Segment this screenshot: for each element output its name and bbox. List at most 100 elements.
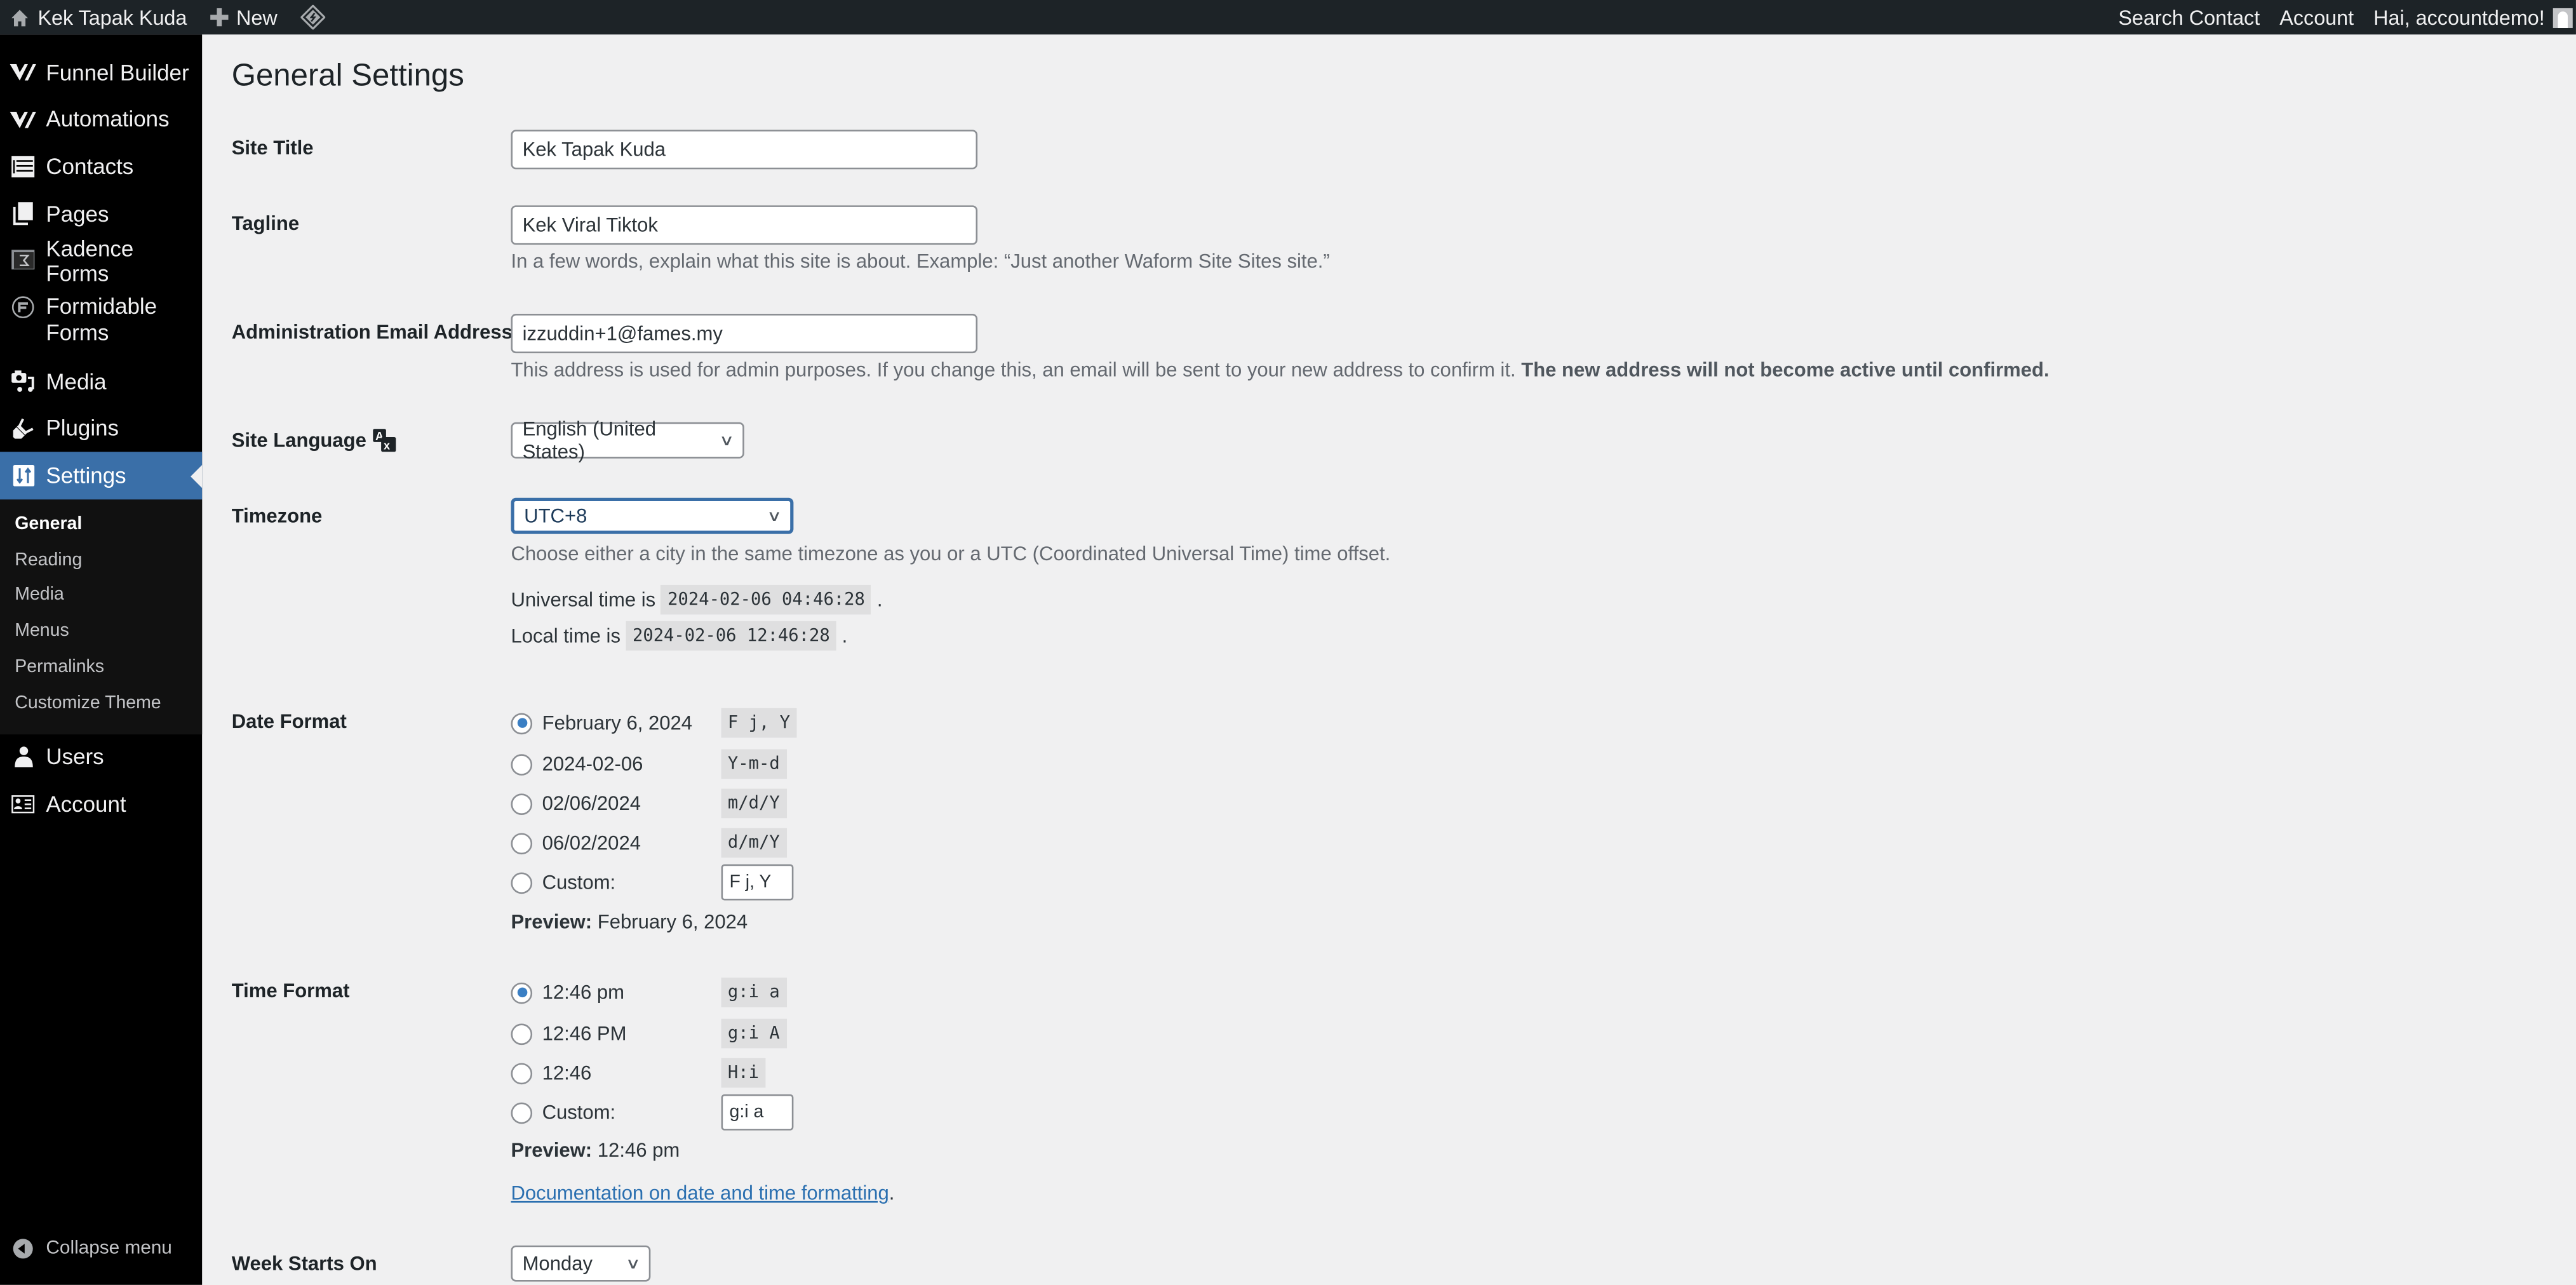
- radio-button[interactable]: [511, 1023, 533, 1044]
- date-format-label: Date Format: [231, 710, 347, 733]
- custom-label: Custom:: [542, 870, 616, 894]
- preview-label: Preview:: [511, 910, 593, 934]
- sidebar-item-pages[interactable]: Pages: [0, 190, 202, 237]
- sidebar-item-account[interactable]: Account: [0, 781, 202, 828]
- radio-button[interactable]: [511, 1062, 533, 1084]
- sidebar-item-media[interactable]: Media: [0, 358, 202, 405]
- admin-bar: Kek Tapak Kuda New Search Contact Accoun…: [0, 0, 2576, 35]
- sidebar-item-settings[interactable]: Settings: [0, 452, 203, 499]
- account-link[interactable]: Account: [2279, 0, 2354, 34]
- date-format-option[interactable]: 06/02/2024 d/m/Y: [511, 828, 787, 858]
- translation-icon: Ax: [373, 429, 396, 452]
- time-format-preview: Preview: 12:46 pm: [511, 1139, 680, 1162]
- home-icon: [10, 8, 30, 27]
- date-format-option[interactable]: February 6, 2024 F j, Y: [511, 708, 797, 738]
- my-account-menu[interactable]: Hai, accountdemo!: [2373, 0, 2573, 34]
- format-code: g:i A: [721, 1018, 787, 1049]
- site-language-label: Site Language Ax: [232, 429, 396, 452]
- option-text: 12:46 PM: [542, 1021, 627, 1046]
- week-starts-value: Monday: [522, 1252, 593, 1275]
- submenu-item-reading[interactable]: Reading: [0, 543, 202, 579]
- tagline-input[interactable]: Kek Viral Tiktok: [511, 205, 978, 245]
- sidebar-label: Pages: [46, 201, 109, 226]
- new-content-button[interactable]: New: [210, 0, 278, 34]
- sidebar-item-users[interactable]: Users: [0, 734, 202, 781]
- settings-icon: [10, 462, 36, 488]
- radio-button[interactable]: [511, 832, 533, 854]
- formidable-forms-icon: [10, 294, 36, 320]
- funnel-builder-icon: [10, 60, 36, 86]
- users-icon: [10, 744, 36, 770]
- time-format-custom-option[interactable]: Custom: g:i a: [511, 1094, 794, 1131]
- time-format-option[interactable]: 12:46 PM g:i A: [511, 1018, 787, 1049]
- documentation-link[interactable]: Documentation on date and time formattin…: [511, 1181, 889, 1204]
- radio-button[interactable]: [511, 871, 533, 893]
- week-starts-label: Week Starts On: [231, 1252, 377, 1275]
- radio-button[interactable]: [511, 1101, 533, 1124]
- date-format-option[interactable]: 2024-02-06 Y-m-d: [511, 749, 787, 779]
- submenu-item-media[interactable]: Media: [0, 579, 202, 614]
- universal-time-label: Universal time is: [511, 588, 656, 612]
- media-icon: [10, 368, 36, 394]
- page-title: General Settings: [231, 59, 464, 94]
- preview-value: February 6, 2024: [597, 910, 748, 934]
- format-code: Y-m-d: [721, 749, 787, 779]
- submenu-item-general[interactable]: General: [0, 508, 202, 543]
- time-format-label: Time Format: [231, 979, 350, 1002]
- collapse-menu-button[interactable]: Collapse menu: [0, 1239, 172, 1259]
- local-time-value: 2024-02-06 12:46:28: [626, 621, 837, 651]
- sidebar-label: Kadence Forms: [46, 236, 134, 286]
- admin-email-description-bold: The new address will not become active u…: [1521, 358, 2049, 382]
- site-name-link[interactable]: Kek Tapak Kuda: [10, 0, 187, 34]
- search-contact-link[interactable]: Search Contact: [2118, 0, 2260, 34]
- radio-button[interactable]: [511, 981, 533, 1004]
- universal-time: Universal time is 2024-02-06 04:46:28 .: [511, 584, 882, 615]
- site-language-value: English (United States): [522, 417, 657, 464]
- admin-email-input[interactable]: izzuddin+1@fames.my: [511, 314, 978, 354]
- sidebar-label: Settings: [46, 463, 126, 488]
- submenu-item-menus[interactable]: Menus: [0, 615, 202, 650]
- radio-button[interactable]: [511, 753, 533, 775]
- svg-text:x: x: [384, 439, 390, 452]
- avatar: [2553, 7, 2573, 27]
- week-starts-select[interactable]: Monday ∨: [511, 1245, 651, 1282]
- sidebar-item-contacts[interactable]: Contacts: [0, 144, 202, 191]
- time-format-option[interactable]: 12:46 H:i: [511, 1058, 766, 1088]
- submenu-item-customize-theme[interactable]: Customize Theme: [0, 687, 202, 722]
- date-format-custom-option[interactable]: Custom: F j, Y: [511, 864, 794, 901]
- option-text: 12:46: [542, 1061, 592, 1085]
- local-time-label: Local time is: [511, 624, 621, 648]
- date-format-custom-input[interactable]: F j, Y: [721, 864, 794, 901]
- sidebar-item-plugins[interactable]: Plugins: [0, 405, 202, 452]
- sidebar-item-kadence-forms[interactable]: Kadence Forms: [0, 236, 202, 286]
- format-code: H:i: [721, 1058, 766, 1088]
- sidebar-item-formidable-forms[interactable]: Formidable Forms: [0, 284, 202, 358]
- timezone-description: Choose either a city in the same timezon…: [511, 542, 1391, 565]
- site-title-input[interactable]: Kek Tapak Kuda: [511, 130, 978, 170]
- documentation-line: Documentation on date and time formattin…: [511, 1181, 895, 1205]
- settings-submenu: General Reading Media Menus Permalinks C…: [0, 499, 203, 734]
- radio-button[interactable]: [511, 712, 533, 734]
- automations-icon: [10, 107, 36, 133]
- chevron-down-icon: ∨: [720, 431, 735, 448]
- admin-email-description-text: This address is used for admin purposes.…: [511, 358, 1516, 382]
- site-language-select[interactable]: English (United States) ∨: [511, 417, 744, 463]
- date-format-option[interactable]: 02/06/2024 m/d/Y: [511, 788, 787, 819]
- new-label: New: [236, 6, 278, 29]
- contacts-list-icon: [10, 154, 36, 180]
- time-format-custom-input[interactable]: g:i a: [721, 1094, 794, 1131]
- option-text: 06/02/2024: [542, 831, 641, 855]
- sidebar-item-funnel-builder[interactable]: Funnel Builder: [0, 50, 202, 97]
- time-format-option[interactable]: 12:46 pm g:i a: [511, 978, 787, 1007]
- radio-button[interactable]: [511, 793, 533, 814]
- sidebar-label: Media: [46, 369, 107, 394]
- admin-email-label: Administration Email Address: [231, 320, 513, 344]
- submenu-item-permalinks[interactable]: Permalinks: [0, 650, 202, 686]
- sidebar-label: Automations: [46, 107, 170, 132]
- option-text: February 6, 2024: [542, 711, 693, 735]
- plugin-diamond-button[interactable]: [300, 0, 333, 34]
- sidebar-item-automations[interactable]: Automations: [0, 97, 202, 144]
- diamond-logo-icon: [300, 4, 325, 30]
- timezone-select[interactable]: UTC+8 ∨: [511, 497, 794, 534]
- preview-value: 12:46 pm: [597, 1138, 680, 1162]
